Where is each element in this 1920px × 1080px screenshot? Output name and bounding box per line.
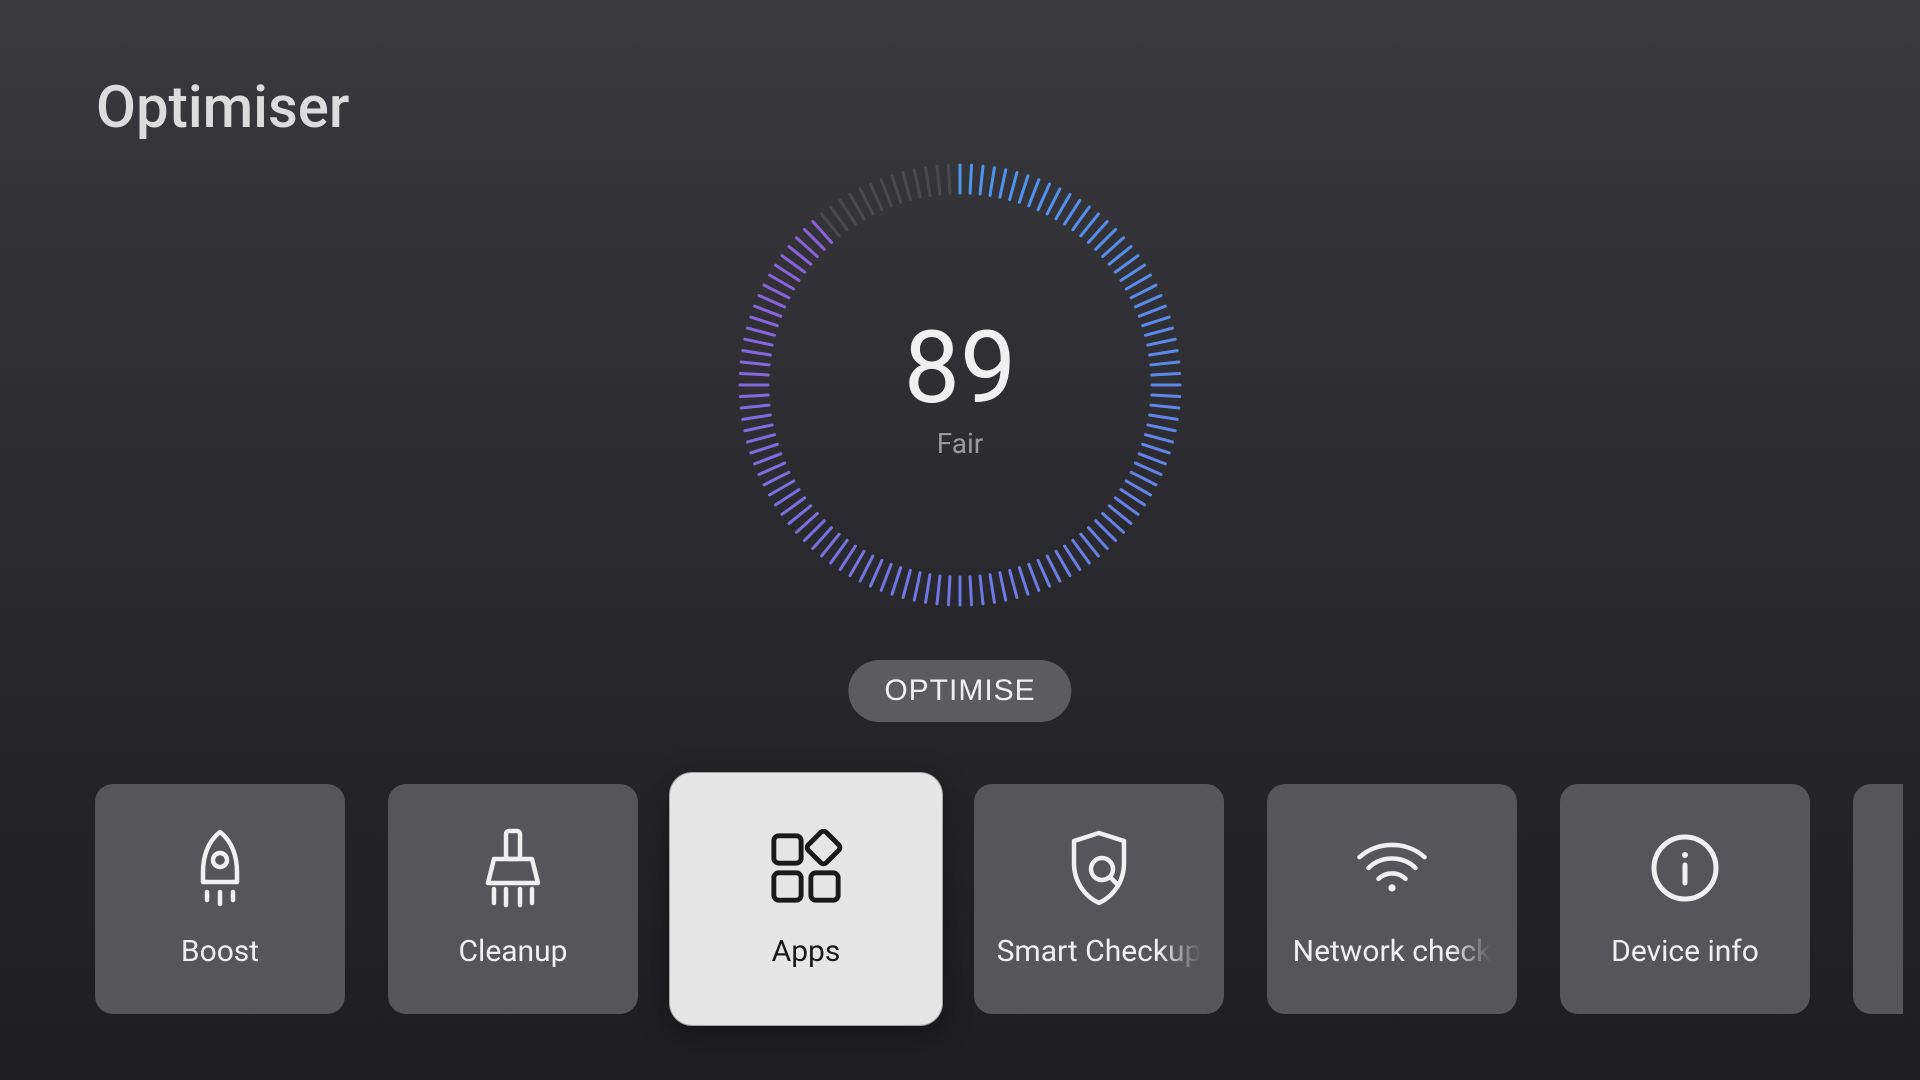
info-icon — [1647, 830, 1723, 906]
tile-device-info[interactable]: Device info — [1560, 784, 1810, 1014]
tile-boost[interactable]: Boost — [95, 784, 345, 1014]
tile-cleanup[interactable]: Cleanup — [388, 784, 638, 1014]
tile-label: Boost — [181, 934, 259, 969]
brush-icon — [475, 830, 551, 906]
tile-network-check[interactable]: Network check — [1267, 784, 1517, 1014]
rocket-icon — [182, 830, 258, 906]
page-title: Optimiser — [96, 74, 349, 142]
wifi-icon — [1354, 830, 1430, 906]
gauge-ring-icon — [730, 155, 1190, 615]
tile-label: Cleanup — [459, 934, 568, 969]
tile-label: Apps — [772, 934, 841, 969]
shield-search-icon — [1061, 830, 1137, 906]
apps-grid-icon — [768, 830, 844, 906]
tile-label: Network check — [1293, 934, 1492, 969]
tile-overflow[interactable] — [1853, 784, 1903, 1014]
tile-apps[interactable]: Apps — [670, 773, 942, 1025]
tile-label: Smart Checkup — [997, 934, 1202, 969]
score-gauge: 89 Fair — [730, 155, 1190, 615]
optimise-button[interactable]: OPTIMISE — [848, 660, 1071, 722]
tile-smart-checkup[interactable]: Smart Checkup — [974, 784, 1224, 1014]
tiles-row: Boost Cleanup Apps — [95, 784, 1903, 1014]
tile-label: Device info — [1611, 934, 1759, 969]
